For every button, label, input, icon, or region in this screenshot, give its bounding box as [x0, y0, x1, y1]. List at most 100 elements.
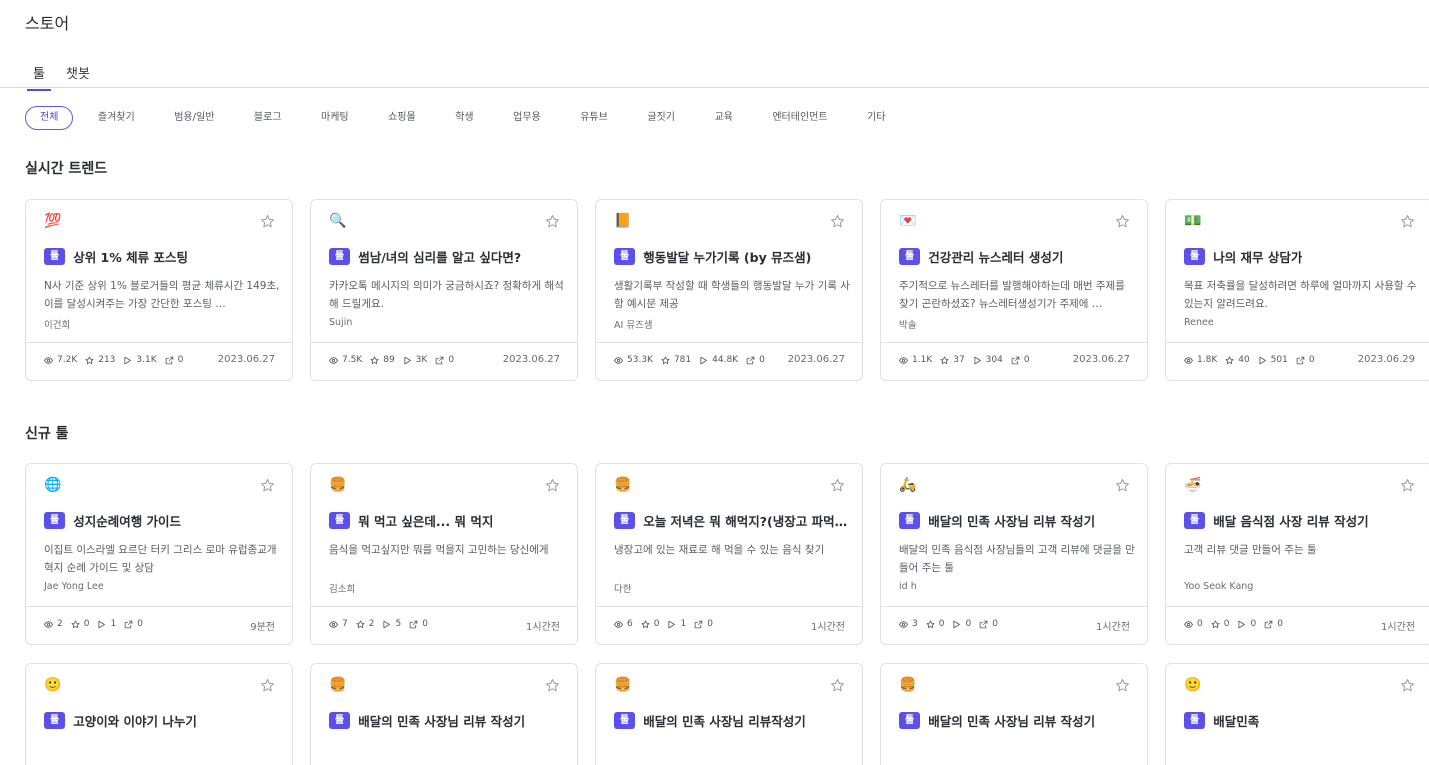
favorite-star-icon[interactable]: [1400, 214, 1415, 229]
favorite-star-icon[interactable]: [1115, 214, 1130, 229]
favorite-star-icon[interactable]: [1115, 678, 1130, 693]
card-date: 1시간전: [811, 622, 845, 633]
favorite-star-icon[interactable]: [260, 478, 275, 493]
tool-badge: 툴: [614, 712, 636, 729]
stat-shares: 0: [435, 355, 454, 365]
tool-card[interactable]: 🛵 툴 배달의 민족 사장님 리뷰 작성기 배달의 민족 음식점 사장님들의 고객 리…: [880, 463, 1148, 645]
stat-views: 1.1K: [899, 355, 932, 365]
category-chip[interactable]: 기타: [852, 106, 900, 130]
tool-card[interactable]: 🙂 툴 고양이와 이야기 나누기: [25, 663, 293, 765]
tool-card[interactable]: 🍔 툴 배달의 민족 사장님 리뷰 작성기: [310, 663, 578, 765]
category-chip[interactable]: 업무용: [498, 106, 556, 130]
eye-icon: [44, 356, 57, 365]
play-icon: [403, 356, 416, 365]
stat-value: 0: [938, 619, 945, 629]
stat-value: 0: [1197, 619, 1203, 629]
stat-stars: 0: [1211, 619, 1229, 629]
category-chip[interactable]: 블로그: [239, 106, 297, 130]
card-author: 김소희: [329, 584, 356, 595]
card-description: 카카오톡 메시지의 의미가 궁금하시죠? 정확하게 해석해 드릴게요.: [329, 280, 564, 310]
stat-value: 0: [1023, 355, 1030, 365]
tool-card[interactable]: 🙂 툴 배달민족: [1165, 663, 1429, 765]
tool-card[interactable]: 🔍 툴 썸남/녀의 심리를 알고 싶다면? 카카오톡 메시지의 의미가 궁금하시죠? …: [310, 199, 578, 381]
card-footer: 7.5K 89 3K 0 2023.06.27: [311, 342, 577, 380]
tab-chatbots[interactable]: 챗봇: [60, 63, 96, 89]
stat-runs: 1: [97, 619, 116, 629]
tool-badge: 툴: [1184, 248, 1206, 265]
favorite-star-icon[interactable]: [545, 214, 560, 229]
tool-emoji-icon: 🙂: [44, 677, 62, 693]
favorite-star-icon[interactable]: [260, 678, 275, 693]
favorite-star-icon[interactable]: [1115, 478, 1130, 493]
card-date: 9분전: [250, 622, 275, 633]
favorite-star-icon[interactable]: [1400, 478, 1415, 493]
card-footer: 53.3K 781 44.8K 0 2023.06.27: [596, 342, 862, 380]
tool-card[interactable]: 🍜 툴 배달 음식점 사장 리뷰 작성기 고객 리뷰 댓글 만들어 주는 툴 Yoo S…: [1165, 463, 1429, 645]
tool-card[interactable]: 💌 툴 건강관리 뉴스레터 생성기 주기적으로 뉴스레터를 발행해야하는데 매번 주제…: [880, 199, 1148, 381]
tool-card[interactable]: 🍔 툴 뭐 먹고 싶은데... 뭐 먹지 음식을 먹고싶지만 뭐를 먹을지 고민하는 …: [310, 463, 578, 645]
stat-shares: 0: [124, 619, 143, 629]
eye-icon: [44, 620, 57, 629]
tool-card[interactable]: 💵 툴 나의 재무 상담가 목표 저축률을 달성하려면 하루에 얼마까지 사용할 수 …: [1165, 199, 1429, 381]
tool-card[interactable]: 📙 툴 행동발달 누가기록 (by 뮤즈샘) 생활기록부 작성할 때 학생들의 행동발…: [595, 199, 863, 381]
tab-tools[interactable]: 툴: [27, 63, 51, 91]
card-title-row: 툴 오늘 저녁은 뭐 해먹지?(냉장고 파먹기): [614, 511, 848, 530]
category-chip[interactable]: 전체: [25, 106, 74, 130]
category-chip[interactable]: 교육: [699, 106, 747, 130]
stat-stars: 2: [356, 619, 374, 629]
share-icon: [1264, 620, 1277, 629]
card-title: 행동발달 누가기록 (by 뮤즈샘): [643, 250, 812, 265]
category-chip[interactable]: 유튜브: [565, 106, 623, 130]
stat-stars: 0: [71, 619, 90, 629]
category-chip[interactable]: 즐겨찾기: [83, 106, 150, 130]
category-chip[interactable]: 마케팅: [306, 106, 364, 130]
card-footer: 6 0 1 0 1시간전: [596, 606, 862, 644]
tool-card[interactable]: 🌐 툴 성지순례여행 가이드 이집트 이스라엘 요르단 터키 그리스 로마 유럽종교개…: [25, 463, 293, 645]
stat-value: 0: [83, 619, 90, 629]
card-title-row: 툴 나의 재무 상담가: [1184, 247, 1418, 266]
stat-value: 1.8K: [1197, 355, 1218, 365]
favorite-star-icon[interactable]: [1400, 678, 1415, 693]
category-chip[interactable]: 엔터테인먼트: [757, 106, 842, 130]
card-title-row: 툴 썸남/녀의 심리를 알고 싶다면?: [329, 247, 563, 266]
tool-card[interactable]: 🍔 툴 배달의 민족 사장님 리뷰 작성기: [880, 663, 1148, 765]
star-count-icon: [926, 620, 939, 629]
category-chip[interactable]: 학생: [440, 106, 488, 130]
category-chip[interactable]: 글짓기: [632, 106, 690, 130]
card-title: 배달의 민족 사장님 리뷰 작성기: [928, 514, 1096, 529]
favorite-star-icon[interactable]: [830, 478, 845, 493]
share-icon: [1296, 356, 1309, 365]
card-stats: 6 0 1 0: [614, 619, 721, 629]
card-title-row: 툴 뭐 먹고 싶은데... 뭐 먹지: [329, 511, 563, 530]
card-title: 상위 1% 체류 포스팅: [73, 250, 188, 265]
category-chip[interactable]: 쇼핑몰: [373, 106, 431, 130]
card-date: 2023.06.27: [217, 354, 275, 365]
card-description: 주기적으로 뉴스레터를 발행해야하는데 매번 주제를 찾기 곤란하셨죠? 뉴스레…: [899, 280, 1125, 310]
stat-stars: 37: [940, 355, 965, 365]
stat-value: 3: [912, 619, 918, 629]
favorite-star-icon[interactable]: [260, 214, 275, 229]
share-icon: [409, 620, 422, 629]
share-icon: [165, 356, 178, 365]
card-description: 고객 리뷰 댓글 만들어 주는 툴: [1184, 544, 1317, 556]
store-tabs: 툴 챗봇: [0, 58, 1429, 91]
favorite-star-icon[interactable]: [830, 678, 845, 693]
favorite-star-icon[interactable]: [545, 678, 560, 693]
favorite-star-icon[interactable]: [830, 214, 845, 229]
tool-card[interactable]: 🍔 툴 오늘 저녁은 뭐 해먹지?(냉장고 파먹기) 냉장고에 있는 재료로 해 먹을…: [595, 463, 863, 645]
card-description: 냉장고에 있는 재료로 해 먹을 수 있는 음식 찾기: [614, 544, 825, 556]
card-stats: 1.1K 37 304 0: [899, 355, 1038, 365]
tool-badge: 툴: [899, 512, 921, 529]
stat-value: 0: [177, 355, 184, 365]
tool-card[interactable]: 🍔 툴 배달의 민족 사장님 리뷰작성기: [595, 663, 863, 765]
favorite-star-icon[interactable]: [545, 478, 560, 493]
play-icon: [952, 620, 965, 629]
tool-card[interactable]: 💯 툴 상위 1% 체류 포스팅 N사 기준 상위 1% 블로거들의 평균 체류시간 …: [25, 199, 293, 381]
star-count-icon: [661, 356, 674, 365]
category-chip[interactable]: 범용/일반: [159, 106, 229, 130]
tool-emoji-icon: 📙: [614, 213, 632, 229]
tool-badge: 툴: [44, 248, 66, 265]
tool-emoji-icon: 🍔: [329, 677, 347, 693]
stat-value: 0: [992, 619, 998, 629]
card-date: 1시간전: [1096, 622, 1130, 633]
